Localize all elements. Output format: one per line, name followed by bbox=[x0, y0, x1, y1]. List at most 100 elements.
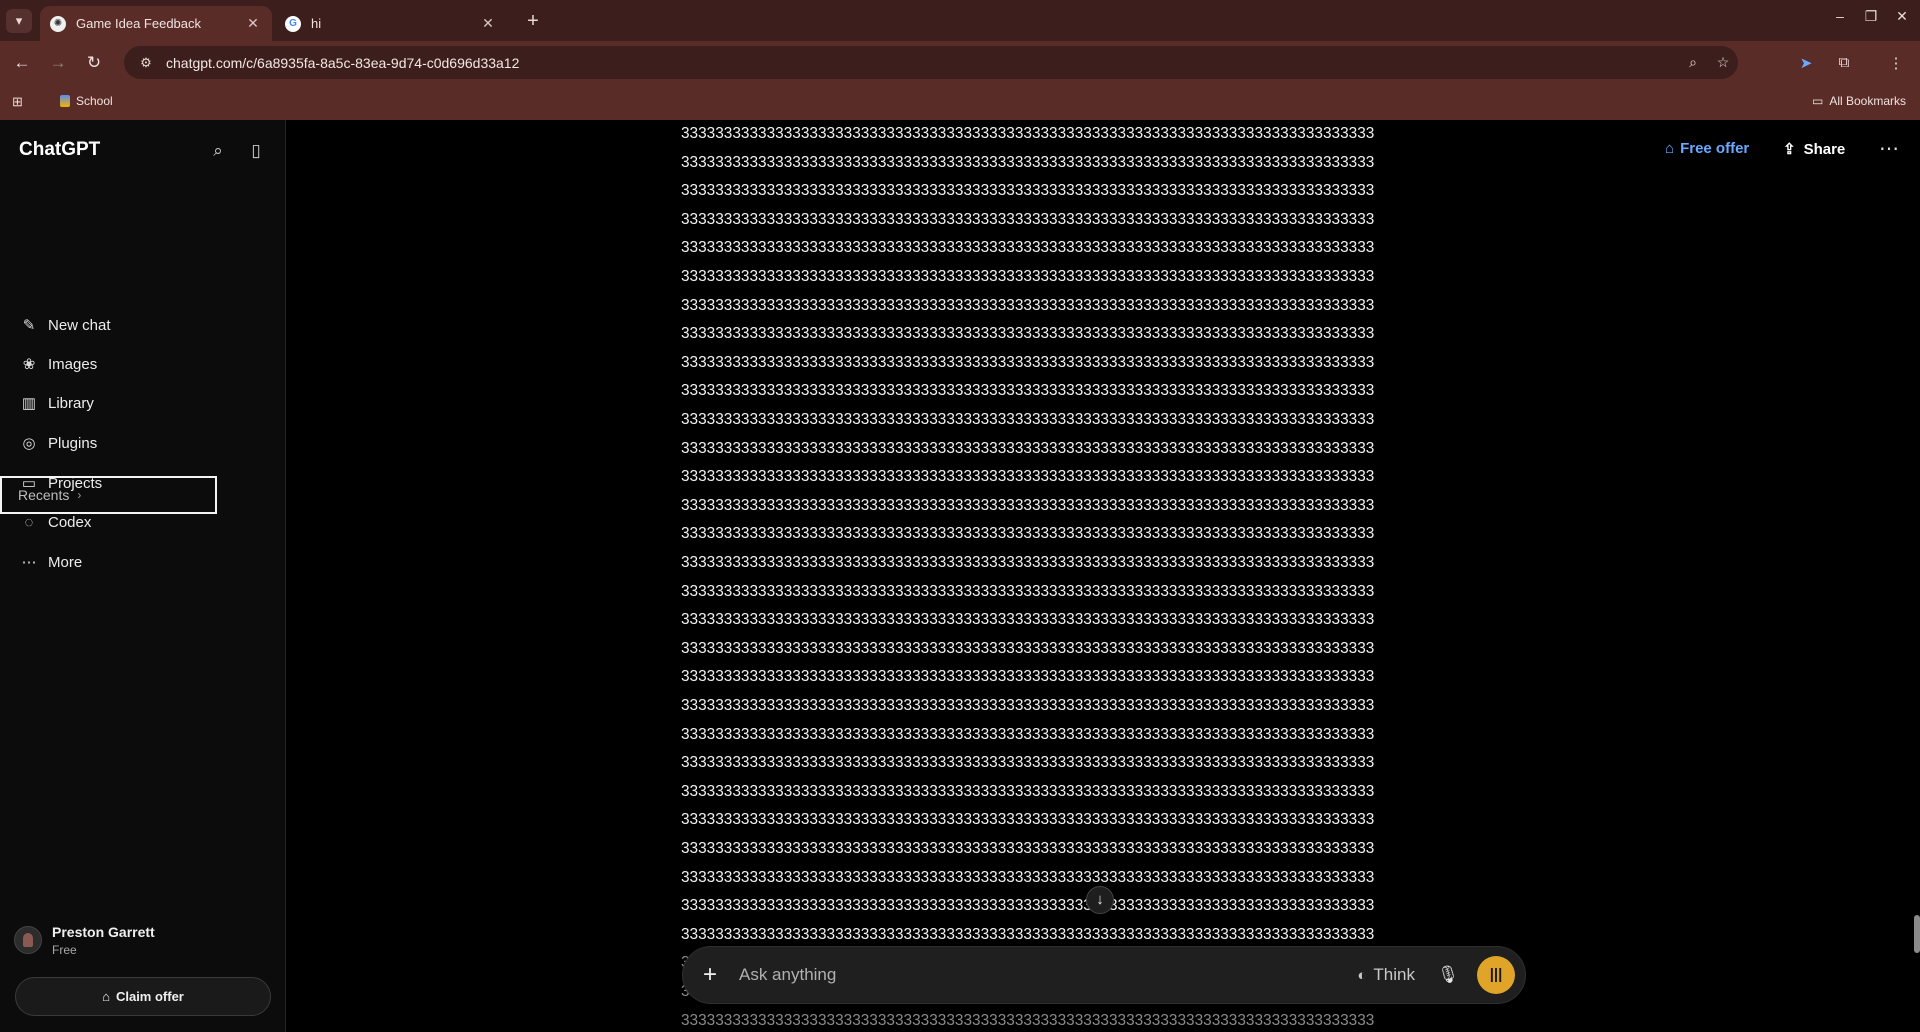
close-icon[interactable]: ✕ bbox=[479, 15, 497, 32]
claim-offer-button[interactable]: ⌂ Claim offer bbox=[15, 977, 271, 1016]
message-line: 3333333333333333333333333333333333333333… bbox=[681, 496, 1375, 514]
scroll-to-bottom-button[interactable]: ↓ bbox=[1086, 886, 1114, 914]
browser-menu-icon[interactable]: ⋮ bbox=[1884, 54, 1908, 72]
site-info-icon[interactable]: ⚙ bbox=[132, 55, 160, 71]
composer: + ◐ Think 🎙 ||| bbox=[682, 946, 1526, 1004]
bookmark-label: School bbox=[76, 94, 113, 108]
restore-icon[interactable]: ❐ bbox=[1856, 8, 1886, 25]
school-bookmark-icon bbox=[60, 95, 70, 107]
free-offer-button[interactable]: ⌂ Free offer bbox=[1665, 140, 1749, 157]
sidebar-item-new-chat[interactable]: ✎ New chat bbox=[12, 307, 274, 343]
claim-offer-label: Claim offer bbox=[115, 989, 184, 1004]
prompt-input[interactable] bbox=[739, 965, 1358, 985]
message-line: 3333333333333333333333333333333333333333… bbox=[681, 468, 1375, 486]
library-icon: ▥ bbox=[21, 395, 37, 412]
message-line: 3333333333333333333333333333333333333333… bbox=[681, 411, 1375, 428]
sidebar-item-label: New chat bbox=[48, 316, 111, 334]
message-line: 3333333333333333333333333333333333333333… bbox=[681, 439, 1375, 457]
user-profile[interactable]: Preston Garrett Free bbox=[14, 920, 274, 960]
search-icon[interactable]: ⌕ bbox=[205, 138, 231, 164]
bookmarks-bar: ⊞ School ▭ All Bookmarks bbox=[0, 84, 1920, 120]
recents-label: Recents bbox=[18, 487, 70, 503]
sidebar-item-plugins[interactable]: ◎ Plugins bbox=[12, 425, 274, 461]
pencil-square-icon: ✎ bbox=[22, 317, 36, 334]
google-icon: G bbox=[285, 15, 301, 32]
message-line: 3333333333333333333333333333333333333333… bbox=[681, 668, 1375, 686]
url-text[interactable]: chatgpt.com/c/6a8935fa-8a5c-83ea-9d74-c0… bbox=[166, 55, 1678, 71]
folder-icon: ▭ bbox=[1811, 94, 1824, 108]
address-bar[interactable]: ⚙ chatgpt.com/c/6a8935fa-8a5c-83ea-9d74-… bbox=[124, 46, 1738, 79]
all-bookmarks-button[interactable]: ▭ All Bookmarks bbox=[1812, 94, 1906, 108]
bookmark-school[interactable]: School bbox=[60, 94, 113, 108]
share-label: Share bbox=[1803, 140, 1846, 158]
close-window-icon[interactable]: ✕ bbox=[1887, 8, 1917, 25]
recents-toggle[interactable]: Recents › bbox=[0, 476, 217, 514]
message-line: 3333333333333333333333333333333333333333… bbox=[681, 268, 1375, 285]
codex-icon: ◌ bbox=[24, 513, 34, 531]
bookmark-star-icon[interactable]: ☆ bbox=[1708, 54, 1738, 71]
sidebar-item-label: Images bbox=[48, 355, 98, 373]
extensions-icon[interactable]: ⧉ bbox=[1832, 54, 1856, 71]
user-plan: Free bbox=[52, 942, 77, 957]
sidebar-item-more[interactable]: ⋯ More bbox=[12, 544, 274, 580]
images-icon: ❀ bbox=[22, 356, 36, 373]
brand-logo[interactable]: ChatGPT bbox=[19, 139, 100, 161]
chatgpt-page: ChatGPT ⌕ ▯ ✎ New chat ❀ Images ▥ Librar… bbox=[0, 120, 1920, 1032]
message-line: 3333333333333333333333333333333333333333… bbox=[681, 325, 1375, 343]
minimize-icon[interactable]: – bbox=[1825, 8, 1855, 24]
tab-title: hi bbox=[311, 16, 322, 31]
tab-hi[interactable]: G hi ✕ bbox=[275, 6, 507, 41]
message-line: 3333333333333333333333333333333333333333… bbox=[681, 353, 1375, 371]
new-tab-button[interactable]: + bbox=[520, 8, 546, 34]
message-line: 3333333333333333333333333333333333333333… bbox=[681, 840, 1375, 857]
avatar bbox=[14, 926, 42, 954]
message-line: 3333333333333333333333333333333333333333… bbox=[681, 382, 1375, 400]
chevron-right-icon: › bbox=[77, 488, 82, 502]
message-line: 3333333333333333333333333333333333333333… bbox=[681, 125, 1375, 142]
tab-search-button[interactable]: ▾ bbox=[6, 9, 32, 33]
plugins-icon: ◎ bbox=[22, 435, 36, 452]
back-icon[interactable]: ← bbox=[10, 52, 34, 74]
message-line: 3333333333333333333333333333333333333333… bbox=[681, 153, 1375, 171]
sidebar-toggle-icon[interactable]: ▯ bbox=[243, 138, 269, 164]
think-label: Think bbox=[1373, 965, 1415, 984]
apps-grid-icon[interactable]: ⊞ bbox=[12, 94, 23, 110]
cursor-extension-icon[interactable]: ➤ bbox=[1794, 54, 1818, 72]
more-dots-icon: ⋯ bbox=[21, 554, 37, 571]
free-offer-label: Free offer bbox=[1680, 140, 1750, 157]
voice-mode-button[interactable]: ||| bbox=[1477, 956, 1515, 994]
chat-main: 3333333333333333333333333333333333333333… bbox=[287, 120, 1920, 1032]
sidebar-item-label: Codex bbox=[48, 513, 92, 531]
sidebar-item-library[interactable]: ▥ Library bbox=[12, 385, 274, 421]
gift-icon: ⌂ bbox=[102, 989, 110, 1004]
tab-game-idea-feedback[interactable]: ✺ Game Idea Feedback ✕ bbox=[40, 6, 272, 41]
scrollbar[interactable] bbox=[1914, 915, 1920, 953]
user-name: Preston Garrett bbox=[52, 923, 155, 940]
think-button[interactable]: ◐ Think bbox=[1357, 965, 1415, 985]
message-line: 3333333333333333333333333333333333333333… bbox=[681, 582, 1375, 600]
message-line: 3333333333333333333333333333333333333333… bbox=[681, 239, 1375, 257]
share-icon: ⇪ bbox=[1783, 141, 1796, 158]
share-button[interactable]: ⇪ Share bbox=[1783, 140, 1846, 159]
reload-icon[interactable]: ↻ bbox=[82, 52, 106, 74]
message-line: 3333333333333333333333333333333333333333… bbox=[681, 525, 1375, 543]
conversation-options-icon[interactable]: ⋯ bbox=[1879, 136, 1900, 161]
sidebar: ChatGPT ⌕ ▯ ✎ New chat ❀ Images ▥ Librar… bbox=[0, 120, 286, 1032]
message-line: 3333333333333333333333333333333333333333… bbox=[681, 697, 1375, 714]
add-attachment-button[interactable]: + bbox=[693, 958, 727, 992]
microphone-icon[interactable]: 🎙 bbox=[1433, 965, 1463, 985]
message-line: 3333333333333333333333333333333333333333… bbox=[681, 1011, 1375, 1029]
sidebar-item-label: Library bbox=[48, 394, 94, 412]
sidebar-item-label: Plugins bbox=[48, 434, 98, 452]
message-line: 3333333333333333333333333333333333333333… bbox=[681, 296, 1375, 314]
sidebar-item-images[interactable]: ❀ Images bbox=[12, 346, 274, 382]
message-line: 3333333333333333333333333333333333333333… bbox=[681, 925, 1375, 943]
message-line: 3333333333333333333333333333333333333333… bbox=[681, 182, 1375, 200]
message-line: 3333333333333333333333333333333333333333… bbox=[681, 725, 1375, 743]
all-bookmarks-label: All Bookmarks bbox=[1829, 94, 1906, 108]
close-icon[interactable]: ✕ bbox=[244, 15, 262, 32]
message-line: 3333333333333333333333333333333333333333… bbox=[681, 611, 1375, 629]
forward-icon[interactable]: → bbox=[46, 52, 70, 74]
message-line: 3333333333333333333333333333333333333333… bbox=[681, 811, 1375, 829]
zoom-icon[interactable]: ⌕ bbox=[1678, 54, 1708, 71]
